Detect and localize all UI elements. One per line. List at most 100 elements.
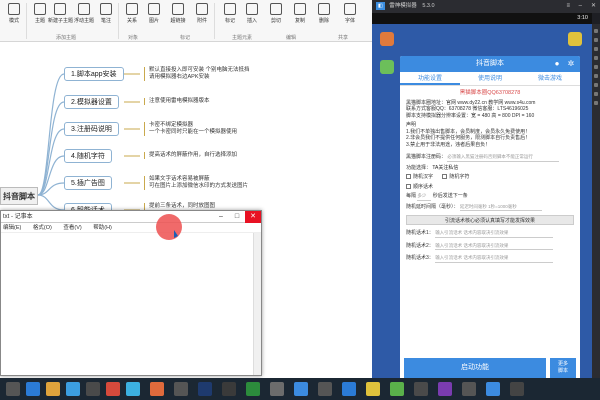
mindmap-node-5[interactable]: 5.插广告图: [64, 176, 112, 190]
minimize-button[interactable]: –: [213, 211, 229, 223]
settings-icon[interactable]: ✲: [566, 59, 576, 69]
ribbon-button-cut[interactable]: 剪切: [264, 3, 288, 31]
phrase-input-1[interactable]: 输入引流话术 话术内容取决引流效果: [435, 230, 554, 238]
app-icon[interactable]: [380, 60, 394, 74]
taskbar-app-icon[interactable]: [6, 382, 20, 396]
taskbar-app-icon[interactable]: [486, 382, 500, 396]
mindmap-note-5[interactable]: 如果文字话术容易被屏蔽 可在图片上添加微信水印的方式发送图片: [144, 176, 248, 190]
ribbon-button-insert[interactable]: 插入: [240, 3, 264, 31]
taskbar-app-icon[interactable]: [366, 382, 380, 396]
screenshot-icon[interactable]: [594, 56, 598, 60]
taskbar-app-icon[interactable]: [198, 382, 212, 396]
close-button[interactable]: ✕: [245, 211, 261, 223]
tab-settings[interactable]: 功能设置: [400, 72, 460, 85]
interval-input[interactable]: 多少: [417, 193, 432, 201]
tab-games[interactable]: 微击游戏: [520, 72, 580, 85]
taskbar-app-icon[interactable]: [222, 382, 236, 396]
ribbon-button-floating[interactable]: 浮动主题: [72, 3, 96, 31]
record-icon[interactable]: [594, 92, 598, 96]
taskbar-app-icon[interactable]: [462, 382, 476, 396]
more-scripts-button[interactable]: 更多 脚本: [550, 358, 576, 378]
phrase-label-3: 随机话术3：: [406, 255, 434, 261]
volume-up-icon[interactable]: [594, 38, 598, 42]
taskbar-app-icon[interactable]: [150, 382, 164, 396]
checkbox-icon: [442, 174, 448, 179]
keyboard-icon[interactable]: [594, 29, 598, 33]
notepad-window[interactable]: txt - 记事本 – □ ✕ 编辑(E) 格式(O) 查看(V) 帮助(H): [0, 210, 262, 376]
mindmap-note-6[interactable]: 提前三条话术，同时放图图: [144, 203, 215, 210]
copy-icon: [294, 3, 306, 15]
taskbar-app-icon[interactable]: [26, 382, 40, 396]
ribbon-button-relation[interactable]: 关系: [120, 3, 144, 31]
menu-format[interactable]: 格式(O): [33, 225, 52, 231]
taskbar-app-icon[interactable]: [106, 382, 120, 396]
tab-instructions[interactable]: 使用说明: [460, 72, 520, 85]
emulator-titlebar[interactable]: ◧ 雷神模拟器 5.3.0 ≡ – ✕: [372, 0, 600, 13]
delay-input[interactable]: 延迟时间毫秒 1秒=1000毫秒: [459, 204, 542, 211]
taskbar-app-icon[interactable]: [414, 382, 428, 396]
app-title: 抖音脚本: [476, 60, 504, 67]
checkbox-icon: [406, 183, 411, 189]
maximize-button[interactable]: □: [229, 211, 245, 223]
taskbar-app-icon[interactable]: [66, 382, 80, 396]
option-sequential[interactable]: 顺序话术: [406, 183, 433, 190]
menu-icon[interactable]: ≡: [566, 0, 570, 13]
close-button[interactable]: ✕: [591, 0, 596, 13]
phrase-input-3[interactable]: 输入引流话术 话术内容取决引流效果: [435, 255, 554, 263]
app-icon[interactable]: [380, 32, 394, 46]
ribbon-button-font[interactable]: 字体: [338, 3, 362, 31]
option-random-chinese[interactable]: 随机汉字: [406, 174, 433, 180]
taskbar-app-icon[interactable]: [246, 382, 260, 396]
phrase-input-2[interactable]: 输入引流话术 话术内容取决引流效果: [435, 243, 554, 250]
taskbar-app-icon[interactable]: [270, 382, 284, 396]
rotate-icon[interactable]: [594, 65, 598, 69]
taskbar-app-icon[interactable]: [174, 382, 188, 396]
option-random-char[interactable]: 随机字符: [442, 174, 469, 180]
taskbar-app-icon[interactable]: [126, 382, 140, 396]
mindmap-node-2[interactable]: 2.模拟器设置: [64, 95, 119, 109]
phrase-core-button[interactable]: 引流话术核心必须认真填写才能发挥效果: [406, 215, 574, 225]
mindmap-root-node[interactable]: 抖音脚本: [0, 187, 38, 205]
mode-select[interactable]: TA关注私信: [432, 165, 458, 171]
mindmap-note-1[interactable]: 默认直接投入即可安装 个别电脑无法抵挡 请用模拟器右边APK安装: [144, 67, 250, 81]
mindmap-note-2[interactable]: 注意使用雷电模拟器版本: [144, 98, 210, 105]
taskbar-app-icon[interactable]: [294, 382, 308, 396]
menu-help[interactable]: 帮助(H): [93, 225, 112, 231]
ribbon-button-callout[interactable]: 笔注: [94, 3, 118, 31]
ribbon-button-subtopic[interactable]: 新建子主题: [48, 3, 73, 31]
taskbar-app-icon[interactable]: [86, 382, 100, 396]
folder-icon[interactable]: [594, 83, 598, 87]
ribbon-button-attachment[interactable]: 附件: [190, 3, 214, 31]
mindmap-node-4[interactable]: 4.随机字符: [64, 149, 112, 163]
notepad-scrollbar[interactable]: [253, 233, 261, 375]
menu-view[interactable]: 查看(V): [63, 225, 81, 231]
ribbon-button-hyperlink[interactable]: 超链接: [166, 3, 190, 31]
taskbar-app-icon[interactable]: [342, 382, 356, 396]
notepad-text-area[interactable]: [1, 233, 253, 375]
mindmap-note-4[interactable]: 提高话术的屏蔽作用，自行选择添加: [144, 152, 237, 159]
chat-icon[interactable]: ●: [552, 59, 562, 69]
ribbon-button-image[interactable]: 图片: [142, 3, 166, 31]
ribbon-button-mode[interactable]: 模式: [2, 3, 26, 31]
reg-code-input[interactable]: 必须输入黑猫注册码否则脚本不能正常运行: [447, 154, 560, 162]
mindmap-note-3[interactable]: 卡密不绑定模拟器 一个卡密同时只能在一个模拟器使用: [144, 122, 237, 136]
ribbon-button-marker[interactable]: 标记: [218, 3, 242, 31]
minimize-button[interactable]: –: [579, 0, 582, 13]
ribbon-button-copy[interactable]: 复制: [288, 3, 312, 31]
taskbar-app-icon[interactable]: [46, 382, 60, 396]
more-icon[interactable]: [594, 101, 598, 105]
folder-icon[interactable]: [568, 32, 582, 46]
mindmap-node-1[interactable]: 1.脚本app安装: [64, 67, 124, 81]
notepad-titlebar[interactable]: txt - 记事本 – □ ✕: [1, 211, 261, 223]
taskbar-app-icon[interactable]: [510, 382, 524, 396]
apk-install-icon[interactable]: [594, 74, 598, 78]
ribbon-button-delete[interactable]: 删除: [312, 3, 336, 31]
volume-down-icon[interactable]: [594, 47, 598, 51]
mindmap-node-3[interactable]: 3.注册码说明: [64, 122, 119, 136]
start-button[interactable]: 启动功能: [404, 358, 546, 378]
taskbar-app-icon[interactable]: [318, 382, 332, 396]
menu-edit[interactable]: 编辑(E): [3, 225, 21, 231]
link-icon: [172, 3, 184, 15]
taskbar-app-icon[interactable]: [438, 382, 452, 396]
taskbar-app-icon[interactable]: [390, 382, 404, 396]
